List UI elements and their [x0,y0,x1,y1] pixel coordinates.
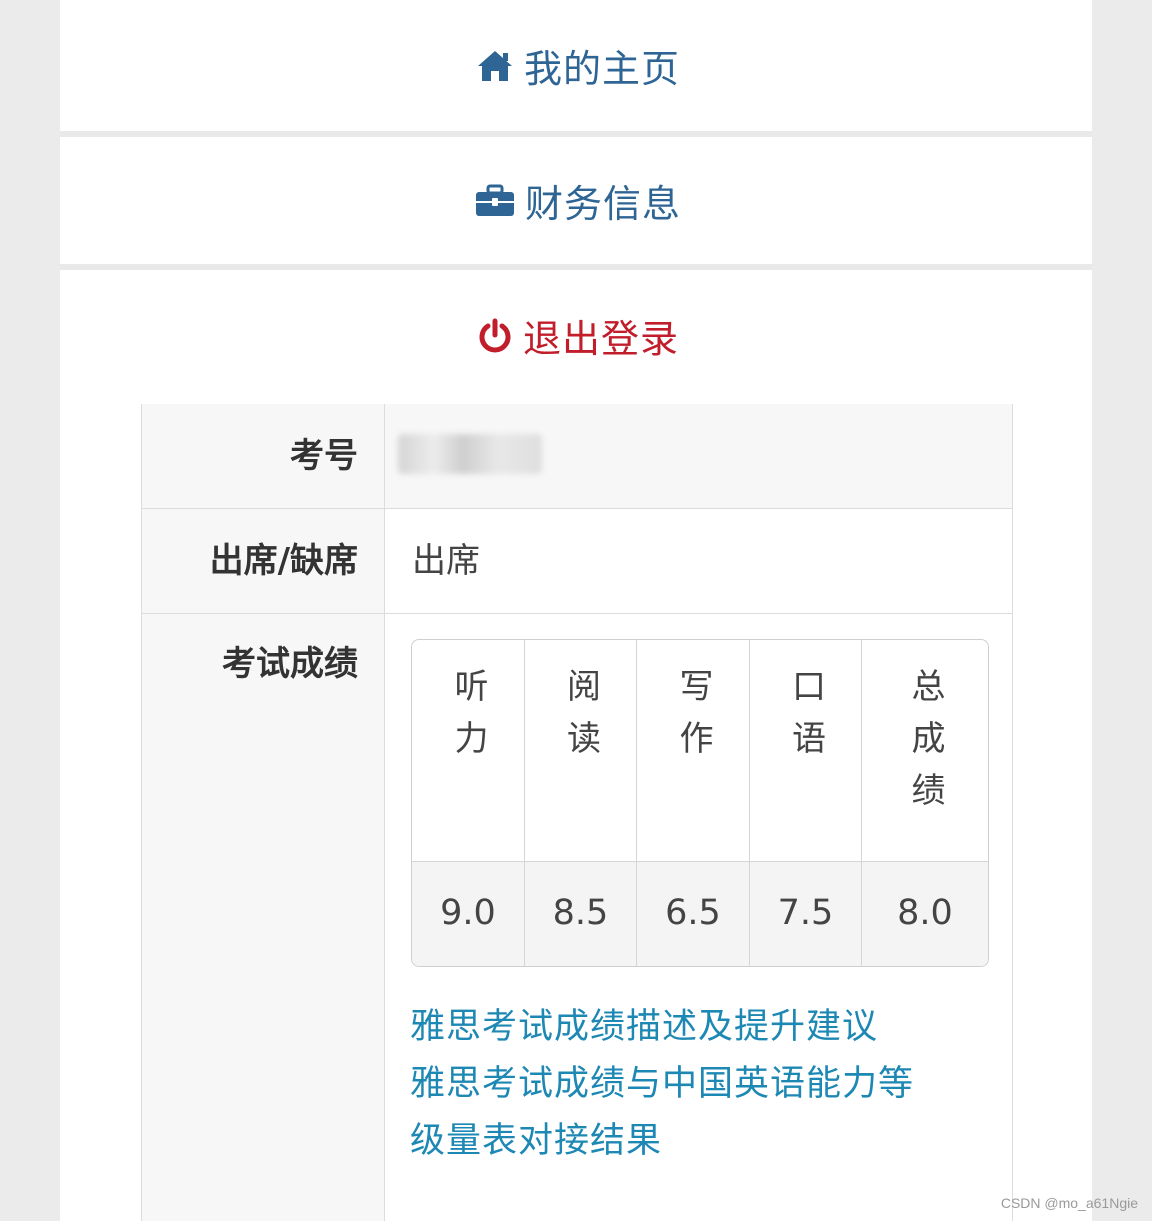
score-column-reading: 阅读 8.5 [525,640,637,966]
score-header: 写作 [673,668,713,772]
watermark: CSDN @mo_a61Ngie [1000,1195,1138,1211]
score-column-listening: 听力 9.0 [412,640,525,966]
score-info-table: 考号 出席/缺席 出席 考试成绩 听力 9.0 阅读 8.5 写作 6.5 口语… [141,404,1013,1221]
blurred-exam-number [398,434,542,474]
menu-item-home[interactable]: 我的主页 [65,0,1091,131]
score-value: 9.0 [412,861,524,966]
scores-label: 考试成绩 [142,614,385,1221]
link-cse-alignment[interactable]: 雅思考试成绩与中国英语能力等 [410,1056,990,1113]
briefcase-icon [475,184,515,218]
scores-cell: 听力 9.0 阅读 8.5 写作 6.5 口语 7.5 总成绩 8.0 雅思考试… [386,614,1012,1221]
exam-no-value [386,404,1012,508]
score-header: 阅读 [560,668,601,772]
menu-item-finance-label: 财务信息 [524,182,681,226]
score-value: 8.0 [862,861,988,966]
table-row: 考试成绩 听力 9.0 阅读 8.5 写作 6.5 口语 7.5 总成绩 8.0… [142,614,1012,1221]
score-column-speaking: 口语 7.5 [750,640,862,966]
score-header: 口语 [785,668,826,772]
home-icon [476,49,514,83]
score-header: 听力 [448,668,488,772]
score-grid: 听力 9.0 阅读 8.5 写作 6.5 口语 7.5 总成绩 8.0 [411,639,989,967]
link-cse-alignment-cont[interactable]: 级量表对接结果 [410,1113,990,1170]
table-row: 考号 [142,404,1012,509]
link-score-description[interactable]: 雅思考试成绩描述及提升建议 [410,999,990,1056]
menu-item-finance[interactable]: 财务信息 [65,137,1091,264]
menu-item-logout[interactable]: 退出登录 [65,270,1091,401]
score-value: 6.5 [637,861,749,966]
score-column-overall: 总成绩 8.0 [862,640,988,966]
score-value: 7.5 [750,861,861,966]
attendance-value: 出席 [412,541,480,581]
score-header: 总成绩 [905,668,945,824]
exam-no-label: 考号 [142,404,385,508]
attendance-label: 出席/缺席 [142,509,385,613]
table-row: 出席/缺席 出席 [142,509,1012,614]
menu-item-home-label: 我的主页 [523,47,680,91]
score-value: 8.5 [525,861,636,966]
menu-item-logout-label: 退出登录 [522,317,679,361]
score-column-writing: 写作 6.5 [637,640,750,966]
power-icon [477,318,513,354]
score-links: 雅思考试成绩描述及提升建议 雅思考试成绩与中国英语能力等 级量表对接结果 [410,999,990,1170]
